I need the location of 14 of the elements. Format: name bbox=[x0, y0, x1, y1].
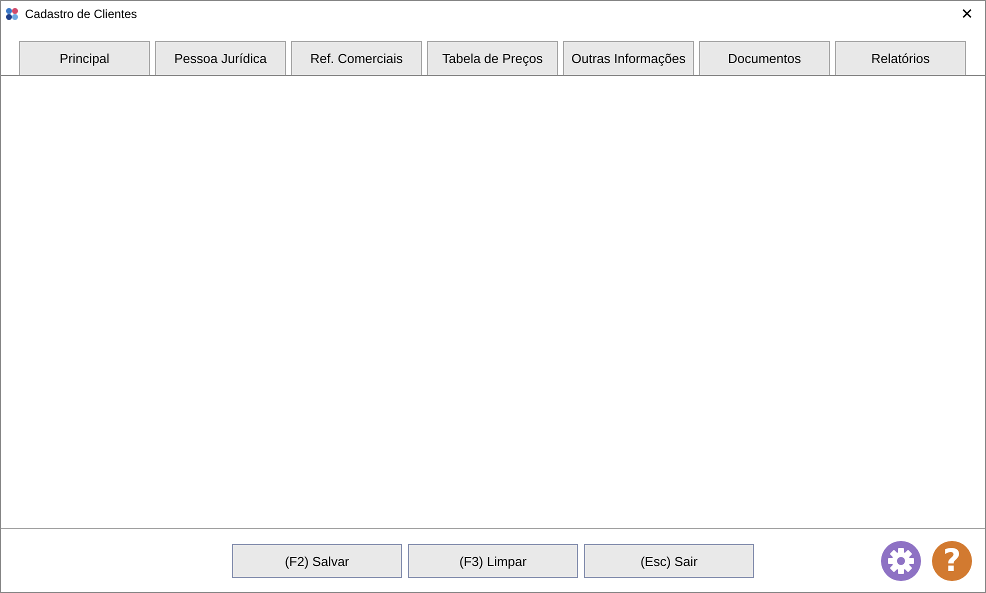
action-button[interactable]: (F2) Salvar bbox=[232, 544, 402, 578]
tab[interactable]: Ref. Comerciais bbox=[291, 41, 422, 75]
window-title: Cadastro de Clientes bbox=[25, 7, 138, 21]
action-button[interactable]: (F3) Limpar bbox=[408, 544, 578, 578]
tab[interactable]: Documentos bbox=[699, 41, 830, 75]
close-button[interactable]: ✕ bbox=[953, 1, 981, 27]
tab[interactable]: Outras Informações bbox=[563, 41, 694, 75]
tab[interactable]: Pessoa Jurídica bbox=[155, 41, 286, 75]
tab[interactable]: Principal bbox=[19, 41, 150, 75]
tab[interactable]: Tabela de Preços bbox=[427, 41, 558, 75]
action-button[interactable]: (Esc) Sair bbox=[584, 544, 754, 578]
settings-icon[interactable] bbox=[881, 541, 921, 581]
app-logo-icon bbox=[5, 7, 19, 21]
tab[interactable]: Relatórios bbox=[835, 41, 966, 75]
